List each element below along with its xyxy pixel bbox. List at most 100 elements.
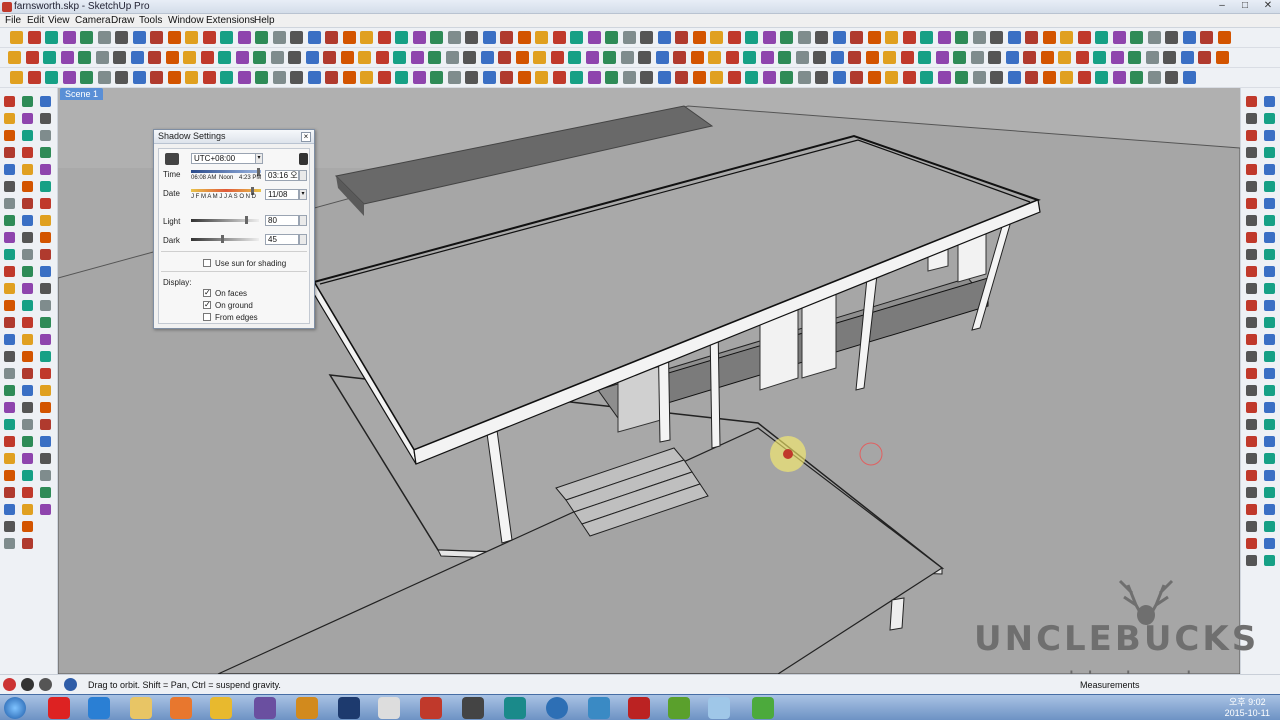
toolbar-tool-icon[interactable] [1058, 51, 1071, 64]
toolbar-tool-icon[interactable] [447, 71, 461, 84]
toolbar-tool-icon[interactable] [550, 51, 564, 64]
toolbar-tool-icon[interactable] [657, 31, 671, 44]
toolbar-tool-icon[interactable] [587, 31, 601, 44]
toolbar-tool-icon[interactable] [885, 31, 898, 44]
toolbar-tool-icon[interactable] [375, 51, 389, 64]
app-icon[interactable] [254, 697, 276, 719]
extension-tool-icon[interactable] [1264, 351, 1275, 362]
toolbar-tool-icon[interactable] [447, 31, 461, 44]
app-icon[interactable] [752, 697, 774, 719]
extension-tool-icon[interactable] [1264, 419, 1275, 430]
light-slider-thumb[interactable] [245, 216, 248, 224]
toolbar-tool-icon[interactable] [482, 31, 496, 44]
drawing-tool-icon[interactable] [40, 249, 51, 260]
toolbar-tool-icon[interactable] [167, 71, 181, 84]
extension-tool-icon[interactable] [1246, 113, 1257, 124]
drawing-tool-icon[interactable] [22, 164, 33, 175]
drawing-tool-icon[interactable] [22, 266, 33, 277]
toolbar-tool-icon[interactable] [885, 71, 898, 84]
drawing-tool-icon[interactable] [4, 521, 15, 532]
toolbar-tool-icon[interactable] [465, 31, 478, 44]
drawing-tool-icon[interactable] [4, 504, 15, 515]
toolbar-tool-icon[interactable] [1128, 51, 1141, 64]
toolbar-tool-icon[interactable] [990, 71, 1003, 84]
toolbar-tool-icon[interactable] [1130, 31, 1143, 44]
extension-tool-icon[interactable] [1264, 453, 1275, 464]
extension-tool-icon[interactable] [1246, 164, 1257, 175]
toolbar-tool-icon[interactable] [1025, 31, 1038, 44]
extension-tool-icon[interactable] [1246, 419, 1257, 430]
extension-tool-icon[interactable] [1246, 300, 1257, 311]
app-icon[interactable] [378, 697, 400, 719]
toolbar-tool-icon[interactable] [1147, 31, 1161, 44]
toolbar-tool-icon[interactable] [165, 51, 179, 64]
extension-tool-icon[interactable] [1264, 487, 1275, 498]
toolbar-tool-icon[interactable] [395, 71, 408, 84]
toolbar-tool-icon[interactable] [937, 31, 951, 44]
drawing-tool-icon[interactable] [22, 317, 33, 328]
drawing-tool-icon[interactable] [40, 368, 51, 379]
app-icon[interactable] [504, 697, 526, 719]
drawing-tool-icon[interactable] [4, 232, 15, 243]
toolbar-tool-icon[interactable] [255, 31, 268, 44]
toolbar-tool-icon[interactable] [657, 71, 671, 84]
drawing-tool-icon[interactable] [40, 504, 51, 515]
toolbar-tool-icon[interactable] [1145, 51, 1159, 64]
toolbar-tool-icon[interactable] [972, 31, 986, 44]
sketchup-icon[interactable] [420, 697, 442, 719]
toolbar-tool-icon[interactable] [955, 71, 968, 84]
toolbar-tool-icon[interactable] [815, 71, 828, 84]
toolbar-tool-icon[interactable] [237, 31, 251, 44]
toolbar-tool-icon[interactable] [150, 31, 163, 44]
toolbar-tool-icon[interactable] [220, 31, 233, 44]
toolbar-tool-icon[interactable] [587, 71, 601, 84]
drawing-tool-icon[interactable] [22, 113, 33, 124]
toolbar-tool-icon[interactable] [325, 31, 338, 44]
toolbar-tool-icon[interactable] [1110, 51, 1124, 64]
toolbar-tool-icon[interactable] [620, 51, 634, 64]
toolbar-tool-icon[interactable] [1095, 31, 1108, 44]
extension-tool-icon[interactable] [1264, 555, 1275, 566]
extension-tool-icon[interactable] [1264, 385, 1275, 396]
drawing-tool-icon[interactable] [4, 487, 15, 498]
toolbar-tool-icon[interactable] [272, 31, 286, 44]
close-button[interactable]: ✕ [1256, 0, 1280, 13]
toolbar-tool-icon[interactable] [482, 71, 496, 84]
app-icon[interactable] [462, 697, 484, 719]
drawing-tool-icon[interactable] [40, 266, 51, 277]
toolbar-tool-icon[interactable] [990, 31, 1003, 44]
toolbar-tool-icon[interactable] [708, 51, 721, 64]
extension-tool-icon[interactable] [1246, 521, 1257, 532]
extension-tool-icon[interactable] [1246, 181, 1257, 192]
extension-tool-icon[interactable] [1264, 147, 1275, 158]
toolbar-tool-icon[interactable] [780, 71, 793, 84]
toolbar-tool-icon[interactable] [1007, 31, 1021, 44]
drawing-tool-icon[interactable] [22, 470, 33, 481]
toolbar-tool-icon[interactable] [202, 71, 216, 84]
toolbar-tool-icon[interactable] [1147, 71, 1161, 84]
drawing-tool-icon[interactable] [4, 419, 15, 430]
toolbar-tool-icon[interactable] [132, 71, 146, 84]
extension-tool-icon[interactable] [1246, 249, 1257, 260]
toolbar-tool-icon[interactable] [692, 31, 706, 44]
toolbar-tool-icon[interactable] [463, 51, 476, 64]
drawing-tool-icon[interactable] [40, 351, 51, 362]
chevron-down-icon[interactable]: ▾ [255, 153, 263, 164]
toolbar-tool-icon[interactable] [920, 71, 933, 84]
toolbar-tool-icon[interactable] [848, 51, 861, 64]
toolbar-tool-icon[interactable] [325, 71, 338, 84]
toolbar-tool-icon[interactable] [795, 51, 809, 64]
toolbar-tool-icon[interactable] [902, 71, 916, 84]
menu-view[interactable]: View [46, 15, 72, 26]
extension-tool-icon[interactable] [1264, 402, 1275, 413]
toolbar-tool-icon[interactable] [130, 51, 144, 64]
drawing-tool-icon[interactable] [40, 487, 51, 498]
drawing-tool-icon[interactable] [40, 96, 51, 107]
toolbar-tool-icon[interactable] [1077, 71, 1091, 84]
toolbar-tool-icon[interactable] [920, 31, 933, 44]
drawing-tool-icon[interactable] [4, 334, 15, 345]
extension-tool-icon[interactable] [1264, 215, 1275, 226]
toolbar-tool-icon[interactable] [360, 71, 373, 84]
extension-tool-icon[interactable] [1264, 283, 1275, 294]
toolbar-tool-icon[interactable] [1042, 71, 1056, 84]
